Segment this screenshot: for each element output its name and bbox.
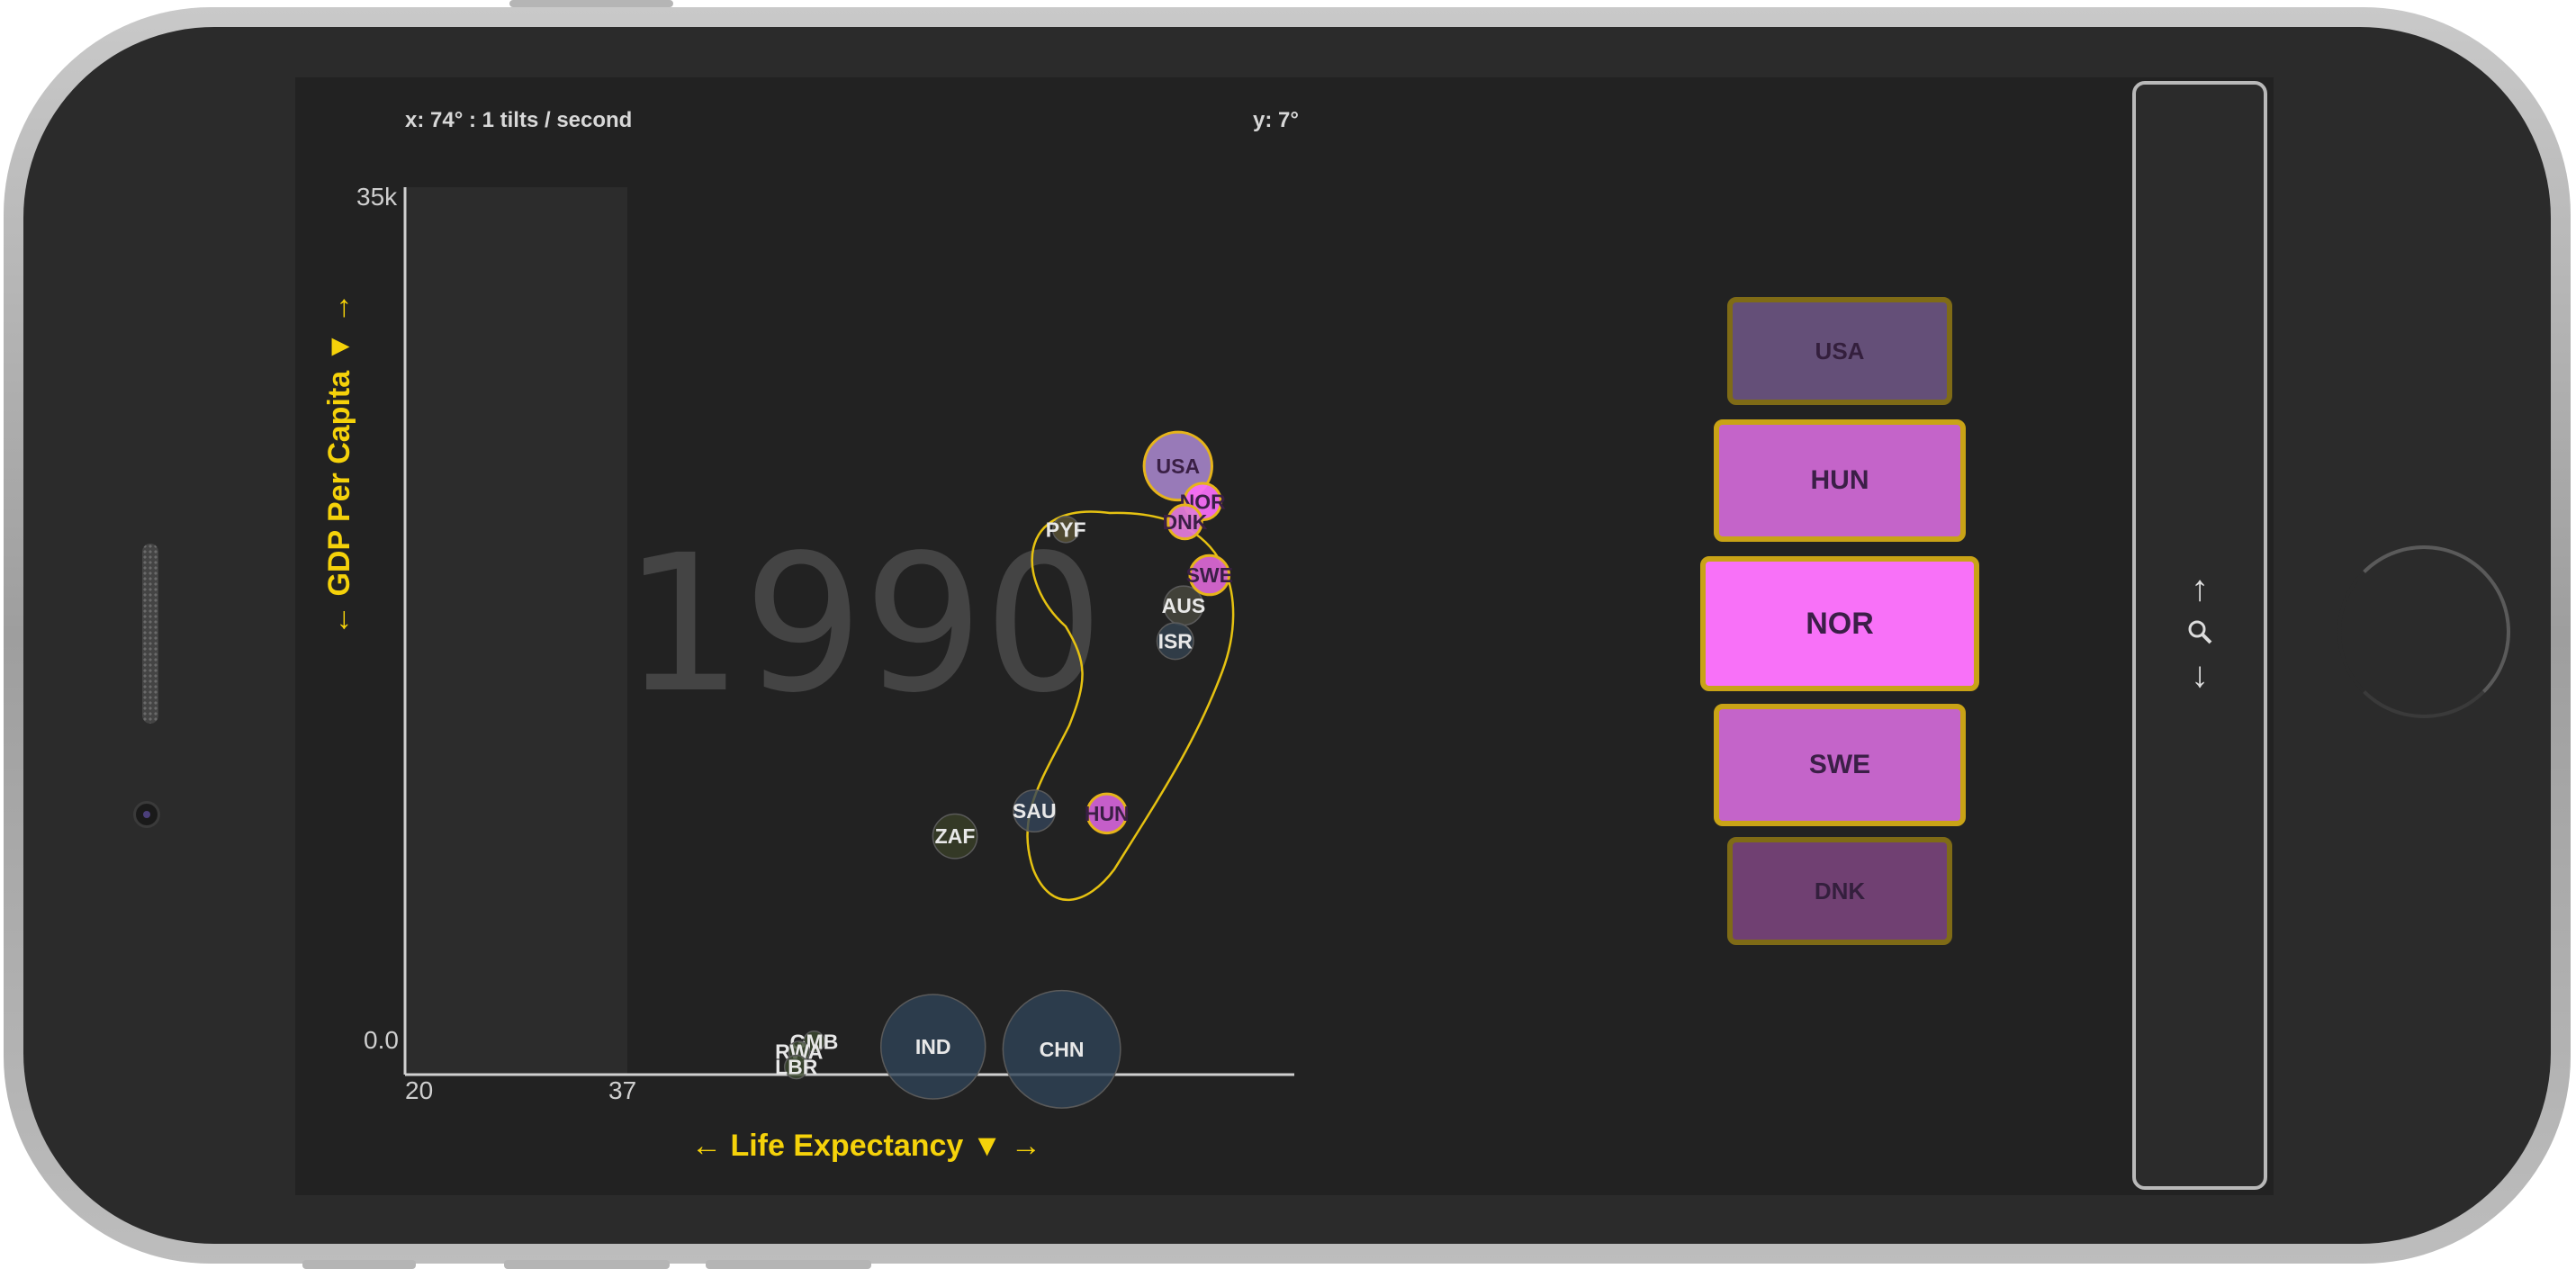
speaker-grille [142, 544, 158, 724]
top-left-button [302, 1260, 416, 1269]
app-screen: x: 74° : 1 tilts / second y: 7° 1990 35k… [295, 77, 2274, 1195]
bubble-label-aus: AUS [1162, 594, 1206, 617]
home-button[interactable] [2337, 545, 2510, 718]
stack-item-dnk[interactable]: DNK [1727, 837, 1952, 945]
bubble-chart: 1990 35k 0.0 20 37 PYF AUS ISR SAU ZAF IND CHN… [356, 183, 1294, 1109]
y-tick-min: 0.0 [364, 1026, 399, 1054]
scroll-panel[interactable]: ↑ ↓ [2132, 81, 2267, 1190]
bubble-label-sau: SAU [1013, 799, 1057, 823]
stack-item-usa[interactable]: USA [1727, 297, 1952, 405]
stack-item-label: NOR [1806, 606, 1874, 641]
bubble-label-hun: HUN [1085, 802, 1130, 825]
bubble-label-dnk: DNK [1162, 510, 1207, 534]
bubble-label-isr: ISR [1158, 629, 1193, 652]
shaded-x-range [405, 187, 627, 1075]
stack-item-label: DNK [1814, 877, 1866, 904]
y-tick-max: 35k [356, 183, 398, 211]
camera-icon [133, 801, 160, 828]
x-tick-max: 37 [608, 1076, 636, 1104]
stack-item-label: HUN [1810, 465, 1869, 495]
x-axis-title[interactable]: ← Life Expectancy ▼ → [691, 1129, 1041, 1164]
year-watermark: 1990 [623, 514, 1103, 734]
bubble-label-pyf: PYF [1046, 518, 1086, 541]
volume-up-button [509, 0, 673, 7]
bubble-label-ind: IND [915, 1035, 951, 1058]
bubble-label-chn: CHN [1040, 1038, 1085, 1061]
bottom-right-button [706, 1260, 871, 1269]
bubble-label-lbr: LBR [775, 1056, 818, 1079]
search-icon[interactable] [2136, 614, 2264, 654]
bottom-mid-button [504, 1260, 670, 1269]
bubble-label-usa: USA [1157, 454, 1201, 478]
stack-item-nor[interactable]: NOR [1700, 556, 1979, 691]
stack-item-hun[interactable]: HUN [1714, 419, 1966, 542]
bubble-label-zaf: ZAF [935, 824, 976, 848]
bubble-label-swe: SWE [1186, 563, 1233, 587]
y-axis-title[interactable]: ← GDP Per Capita ▼ → [322, 292, 357, 635]
stack-item-label: SWE [1808, 750, 1871, 779]
stack-item-swe[interactable]: SWE [1714, 704, 1966, 826]
stack-item-label: USA [1815, 337, 1865, 364]
scroll-down-icon[interactable]: ↓ [2136, 655, 2264, 696]
scroll-up-icon[interactable]: ↑ [2136, 569, 2264, 609]
x-tick-min: 20 [405, 1076, 433, 1104]
